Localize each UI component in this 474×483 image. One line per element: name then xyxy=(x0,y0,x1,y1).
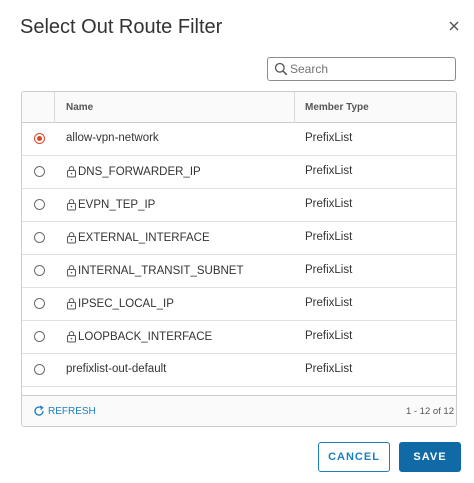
search-input[interactable] xyxy=(290,59,450,79)
row-member-type: PrefixList xyxy=(305,264,353,276)
route-filter-grid: Name Member Type allow-vpn-network Prefix… xyxy=(21,91,457,427)
grid-footer: REFRESH 1 - 12 of 12 xyxy=(22,395,456,426)
row-member-type: PrefixList xyxy=(305,231,353,243)
row-name: allow-vpn-network xyxy=(66,132,159,144)
lock-icon xyxy=(66,264,77,277)
row-name: EXTERNAL_INTERFACE xyxy=(66,231,210,244)
row-name: DNS_FORWARDER_IP xyxy=(66,165,201,178)
row-name-text: allow-vpn-network xyxy=(66,132,159,144)
lock-icon xyxy=(66,198,77,211)
grid-rows: allow-vpn-network PrefixList DNS_FORWARDER… xyxy=(22,123,456,387)
row-name: EVPN_TEP_IP xyxy=(66,198,155,211)
column-header-member-type[interactable]: Member Type xyxy=(305,102,369,113)
table-row[interactable]: prefixlist-out-default PrefixList xyxy=(22,354,456,387)
refresh-label: REFRESH xyxy=(48,405,96,417)
row-name-text: EVPN_TEP_IP xyxy=(78,198,156,211)
table-row[interactable]: LOOPBACK_INTERFACE PrefixList xyxy=(22,321,456,354)
row-radio[interactable] xyxy=(34,199,45,210)
row-name-text: EXTERNAL_INTERFACE xyxy=(78,231,210,244)
row-radio[interactable] xyxy=(34,133,45,144)
cancel-button[interactable]: CANCEL xyxy=(318,442,390,472)
pagination-info: 1 - 12 of 12 xyxy=(405,406,454,417)
row-radio[interactable] xyxy=(34,265,45,276)
column-header-name[interactable]: Name xyxy=(66,102,93,113)
row-member-type: PrefixList xyxy=(305,330,353,342)
row-name-text: prefixlist-out-default xyxy=(66,363,167,375)
row-radio[interactable] xyxy=(34,232,45,243)
close-icon[interactable] xyxy=(446,18,462,34)
row-name-text: LOOPBACK_INTERFACE xyxy=(78,330,213,343)
row-name: IPSEC_LOCAL_IP xyxy=(66,297,174,310)
row-member-type: PrefixList xyxy=(305,132,353,144)
row-radio[interactable] xyxy=(34,331,45,342)
refresh-button[interactable]: REFRESH xyxy=(33,405,96,417)
row-radio[interactable] xyxy=(34,364,45,375)
row-member-type: PrefixList xyxy=(305,363,353,375)
column-divider xyxy=(54,92,55,123)
lock-icon xyxy=(66,330,77,343)
dialog-title: Select Out Route Filter xyxy=(20,16,223,38)
search-box[interactable] xyxy=(267,57,456,81)
row-radio[interactable] xyxy=(34,298,45,309)
row-name-text: INTERNAL_TRANSIT_SUBNET xyxy=(78,264,244,277)
row-name-text: IPSEC_LOCAL_IP xyxy=(78,297,174,310)
table-row[interactable]: allow-vpn-network PrefixList xyxy=(22,123,456,156)
search-icon xyxy=(274,62,288,76)
table-row[interactable]: DNS_FORWARDER_IP PrefixList xyxy=(22,156,456,189)
refresh-icon xyxy=(34,405,44,416)
row-member-type: PrefixList xyxy=(305,165,353,177)
table-row[interactable]: IPSEC_LOCAL_IP PrefixList xyxy=(22,288,456,321)
column-divider[interactable] xyxy=(294,92,295,123)
row-name: LOOPBACK_INTERFACE xyxy=(66,330,212,343)
row-name: prefixlist-out-default xyxy=(66,363,166,375)
grid-header: Name Member Type xyxy=(22,92,456,123)
row-member-type: PrefixList xyxy=(305,198,353,210)
row-name: INTERNAL_TRANSIT_SUBNET xyxy=(66,264,244,277)
table-row[interactable]: EVPN_TEP_IP PrefixList xyxy=(22,189,456,222)
table-row[interactable]: EXTERNAL_INTERFACE PrefixList xyxy=(22,222,456,255)
lock-icon xyxy=(66,165,77,178)
table-row[interactable]: INTERNAL_TRANSIT_SUBNET PrefixList xyxy=(22,255,456,288)
row-radio[interactable] xyxy=(34,166,45,177)
row-name-text: DNS_FORWARDER_IP xyxy=(78,165,201,178)
row-member-type: PrefixList xyxy=(305,297,353,309)
lock-icon xyxy=(66,231,77,244)
save-button[interactable]: SAVE xyxy=(399,442,461,472)
lock-icon xyxy=(66,297,77,310)
